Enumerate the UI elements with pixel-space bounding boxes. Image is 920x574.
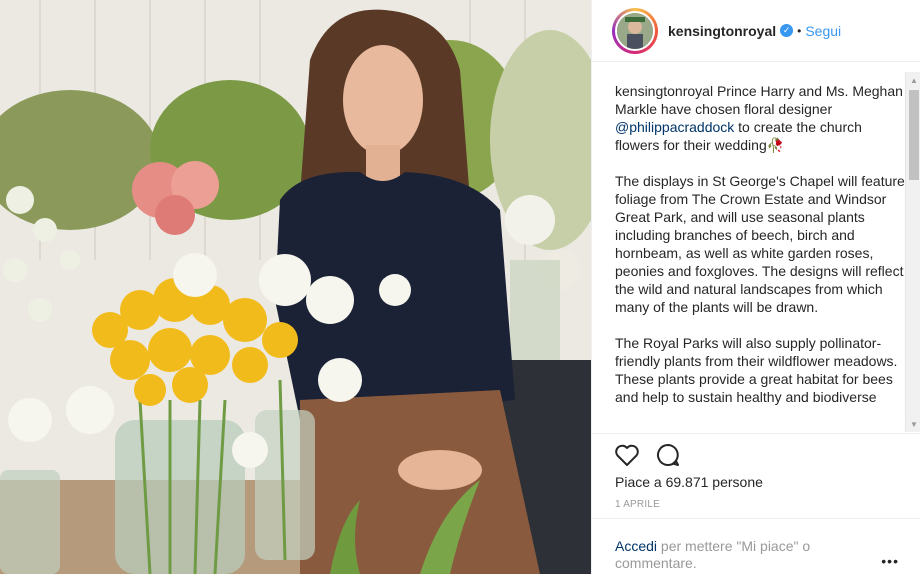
header-username[interactable]: kensingtonroyal bbox=[668, 23, 776, 39]
caption-mention-link[interactable]: @philippacraddock bbox=[615, 119, 734, 135]
avatar-image-icon bbox=[617, 12, 653, 49]
post-sidebar: kensingtonroyal ✓ • Segui kensingtonroya… bbox=[591, 0, 920, 574]
login-prompt: Accedi per mettere "Mi piace" o commenta… bbox=[615, 538, 865, 572]
caption-paragraph-2: The displays in St George's Chapel will … bbox=[615, 173, 905, 315]
more-options-icon[interactable]: ••• bbox=[881, 553, 899, 569]
caption-username[interactable]: kensingtonroyal bbox=[615, 83, 713, 99]
action-bar bbox=[592, 433, 920, 473]
flower-emoji-icon: 🥀 bbox=[766, 137, 785, 153]
login-link[interactable]: Accedi bbox=[615, 538, 657, 554]
separator-dot: • bbox=[797, 23, 802, 38]
likes-count[interactable]: Piace a 69.871 persone bbox=[615, 474, 763, 490]
post-photo[interactable] bbox=[0, 0, 591, 574]
scroll-up-arrow-icon[interactable]: ▲ bbox=[906, 72, 920, 88]
post-header: kensingtonroyal ✓ • Segui bbox=[592, 0, 920, 62]
caption: kensingtonroyal Prince Harry and Ms. Meg… bbox=[615, 82, 907, 433]
caption-paragraph-3: The Royal Parks will also supply pollina… bbox=[615, 335, 898, 405]
comment-bar: Accedi per mettere "Mi piace" o commenta… bbox=[592, 518, 920, 574]
comment-icon[interactable] bbox=[656, 443, 680, 472]
scroll-thumb[interactable] bbox=[909, 90, 919, 180]
post-date[interactable]: 1 APRILE bbox=[615, 499, 660, 510]
verified-badge-icon: ✓ bbox=[780, 24, 794, 37]
scroll-down-arrow-icon[interactable]: ▼ bbox=[906, 416, 920, 432]
follow-button[interactable]: Segui bbox=[805, 23, 841, 39]
caption-scrollbar[interactable]: ▲ ▼ bbox=[905, 72, 920, 432]
caption-paragraph-1: kensingtonroyal Prince Harry and Ms. Meg… bbox=[615, 82, 907, 154]
avatar[interactable] bbox=[615, 10, 655, 51]
story-ring[interactable] bbox=[612, 7, 658, 54]
heart-icon[interactable] bbox=[614, 443, 640, 472]
